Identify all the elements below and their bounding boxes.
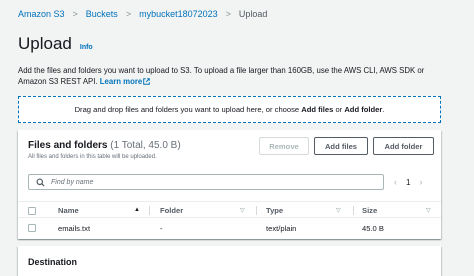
cell-type: text/plain <box>266 223 297 233</box>
description-text: Add the files and folders you want to up… <box>18 66 425 86</box>
info-link[interactable]: Info <box>80 44 93 51</box>
sort-icon[interactable]: ▽ <box>426 207 431 214</box>
column-size-label: Size <box>362 206 378 215</box>
column-type-label: Type <box>266 206 284 215</box>
column-divider <box>149 206 150 215</box>
breadcrumb: Amazon S3 > Buckets > mybucket18072023 >… <box>18 9 267 19</box>
panel-count: (1 Total, 45.0 B) <box>110 140 181 151</box>
learn-more-link[interactable]: Learn more <box>99 77 151 86</box>
breadcrumb-separator-icon: > <box>125 9 132 19</box>
add-folder-button[interactable]: Add folder <box>373 137 434 155</box>
add-files-button[interactable]: Add files <box>314 137 368 155</box>
destination-panel: Destination <box>18 246 441 276</box>
panel-title-text: Files and folders <box>28 140 108 151</box>
chevron-right-icon[interactable]: › <box>419 177 422 187</box>
breadcrumb-amazon-s3[interactable]: Amazon S3 <box>18 9 65 19</box>
cell-name: emails.txt <box>58 223 91 233</box>
column-header-type[interactable]: Type ▽ <box>266 202 354 219</box>
column-name-label: Name <box>58 206 79 215</box>
learn-more-label: Learn more <box>99 77 143 86</box>
dropzone-text: Drag and drop files and folders you want… <box>75 105 385 114</box>
breadcrumb-buckets[interactable]: Buckets <box>86 9 118 19</box>
sort-ascending-icon[interactable]: ▲ <box>134 207 140 213</box>
panel-title: Files and folders (1 Total, 45.0 B) <box>28 140 181 151</box>
column-header-folder[interactable]: Folder ▽ <box>160 202 252 219</box>
search-icon <box>36 177 45 187</box>
row-select-cell <box>28 219 36 237</box>
search-input[interactable]: Find by name <box>28 174 384 190</box>
column-folder-label: Folder <box>160 206 184 215</box>
panel-header: Files and folders (1 Total, 45.0 B) All … <box>28 140 181 160</box>
table-row[interactable]: emails.txt - text/plain 45.0 B <box>18 219 441 237</box>
page-number[interactable]: 1 <box>406 178 410 187</box>
destination-title: Destination <box>28 257 78 267</box>
column-divider <box>256 206 257 215</box>
select-all-cell <box>28 202 36 219</box>
select-all-checkbox[interactable] <box>28 206 36 215</box>
dropzone-prefix: Drag and drop files and folders you want… <box>74 105 302 114</box>
remove-button[interactable]: Remove <box>259 137 309 155</box>
search-placeholder: Find by name <box>51 178 94 186</box>
panel-subtitle: All files and folders in this table will… <box>28 154 157 160</box>
sort-icon[interactable]: ▽ <box>240 207 245 214</box>
column-header-size[interactable]: Size ▽ <box>362 202 437 219</box>
row-checkbox[interactable] <box>28 224 36 232</box>
column-divider <box>353 206 354 215</box>
breadcrumb-separator-icon: > <box>72 9 78 19</box>
upload-dropzone[interactable]: Drag and drop files and folders you want… <box>18 96 441 123</box>
breadcrumb-separator-icon: > <box>225 9 231 19</box>
dropzone-add-folder: Add folder <box>344 105 383 114</box>
chevron-left-icon[interactable]: ‹ <box>394 177 397 187</box>
dropzone-add-files: Add files <box>301 105 334 114</box>
dropzone-suffix: . <box>382 105 385 114</box>
page-title: Upload <box>18 34 72 53</box>
files-and-folders-panel: Files and folders (1 Total, 45.0 B) All … <box>18 130 441 239</box>
page-header: Upload Info <box>18 34 93 54</box>
dropzone-middle: or <box>333 105 345 114</box>
pagination: ‹ 1 › <box>394 175 422 189</box>
external-link-icon <box>143 78 151 85</box>
breadcrumb-upload: Upload <box>238 9 268 19</box>
cell-folder: - <box>160 223 163 233</box>
sort-icon[interactable]: ▽ <box>336 207 341 214</box>
column-header-name[interactable]: Name ▲ <box>58 202 148 219</box>
cell-size: 45.0 B <box>362 223 384 233</box>
page-description: Add the files and folders you want to up… <box>18 65 448 87</box>
breadcrumb-bucket[interactable]: mybucket18072023 <box>139 9 218 19</box>
table-header: Name ▲ Folder ▽ Type ▽ Size ▽ <box>18 201 441 218</box>
